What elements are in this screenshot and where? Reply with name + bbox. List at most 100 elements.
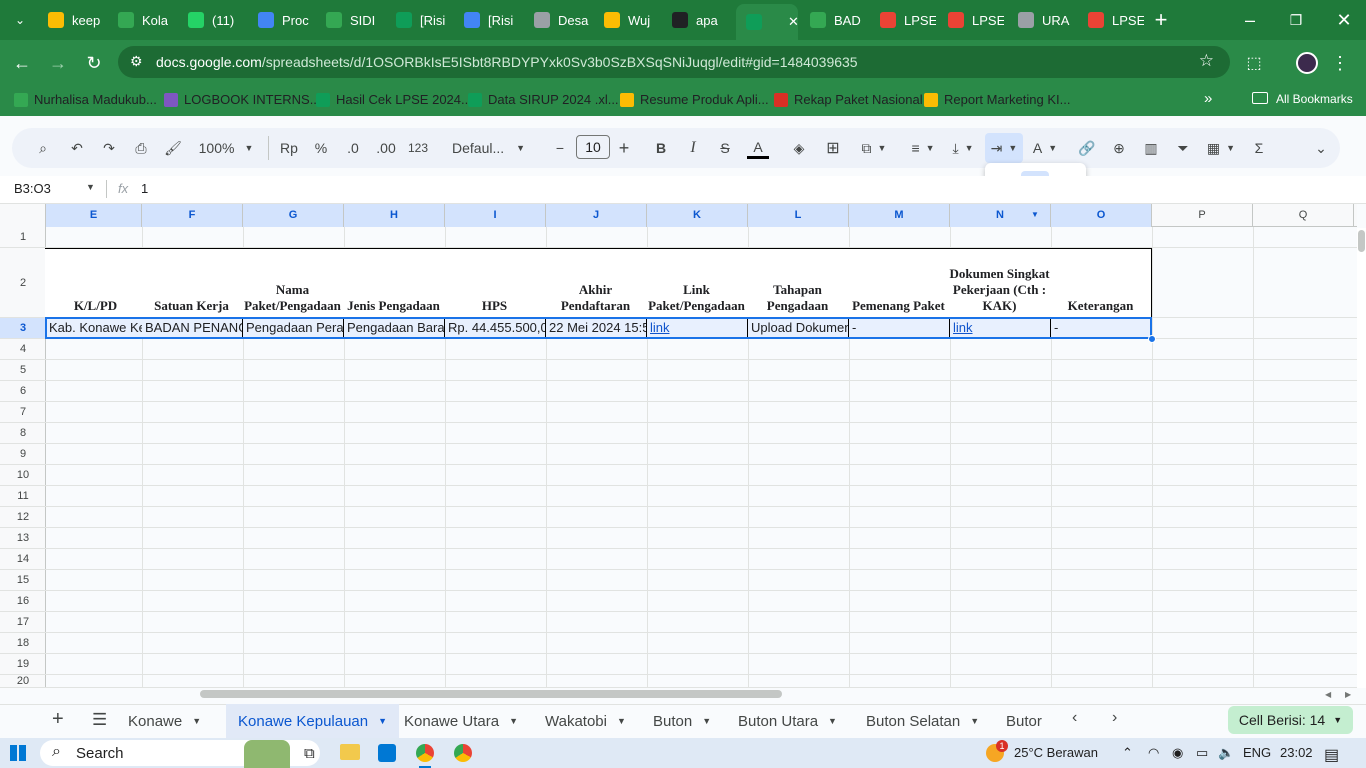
insert-chart-icon[interactable]: ▥: [1140, 137, 1162, 159]
row-header[interactable]: 11: [0, 486, 46, 507]
row-header[interactable]: 9: [0, 444, 46, 465]
redo-icon[interactable]: ↷: [98, 137, 120, 159]
sheet-tab-chevron-icon[interactable]: ▼: [378, 716, 387, 726]
sheet-tab-chevron-icon[interactable]: ▼: [509, 716, 518, 726]
bold-icon[interactable]: B: [650, 137, 672, 159]
vscode-icon[interactable]: [378, 744, 396, 762]
forward-arrow-icon[interactable]: →: [44, 49, 72, 77]
browser-tab[interactable]: Wuj: [604, 6, 660, 34]
minimize-icon[interactable]: –: [1236, 6, 1264, 34]
table-cell[interactable]: Rp. 44.455.500,00: [445, 318, 546, 339]
browser-tab[interactable]: URA: [1018, 6, 1074, 34]
font-size-input[interactable]: 10: [576, 135, 610, 159]
bookmark-item[interactable]: Resume Produk Apli...: [620, 92, 769, 107]
horizontal-scrollbar[interactable]: [200, 690, 782, 698]
row-header[interactable]: 17: [0, 612, 46, 633]
table-header-cell[interactable]: Jenis Pengadaan: [343, 248, 445, 318]
formula-input[interactable]: 1: [141, 181, 148, 196]
select-all-corner[interactable]: [0, 204, 46, 227]
weather-text[interactable]: 25°C Berawan: [1014, 745, 1098, 760]
notifications-icon[interactable]: ▤: [1324, 745, 1339, 765]
browser-tab[interactable]: [Risi: [464, 6, 520, 34]
more-bookmarks-chevron[interactable]: »: [1204, 90, 1212, 107]
row-header[interactable]: 1: [0, 227, 46, 248]
browser-tab[interactable]: SIDI: [326, 6, 382, 34]
column-header[interactable]: M: [849, 204, 950, 227]
table-cell[interactable]: link: [647, 318, 748, 339]
table-cell[interactable]: BADAN PENANGGULANGAN: [142, 318, 243, 339]
chrome-icon[interactable]: [416, 744, 434, 762]
table-cell[interactable]: Pengadaan Peralatan: [243, 318, 344, 339]
column-header[interactable]: H: [344, 204, 445, 227]
sheet-tab[interactable]: Buton Selatan ▼: [866, 708, 979, 734]
table-header-cell[interactable]: Tahapan Pengadaan: [747, 248, 849, 318]
borders-icon[interactable]: ⊞: [822, 137, 844, 159]
browser-tab[interactable]: BAD: [810, 6, 866, 34]
text-wrapping-icon[interactable]: ⇥ ▼: [985, 133, 1023, 163]
row-header[interactable]: 12: [0, 507, 46, 528]
back-arrow-icon[interactable]: ←: [8, 49, 36, 77]
insert-link-icon[interactable]: 🔗: [1076, 137, 1098, 159]
row-header[interactable]: 10: [0, 465, 46, 486]
browser-tab[interactable]: LPSE: [1088, 6, 1144, 34]
table-header-cell[interactable]: Dokumen Singkat Pekerjaan (Cth : KAK): [949, 248, 1051, 318]
sheets-scroll-right-icon[interactable]: ›: [1112, 709, 1117, 727]
merge-cells-icon[interactable]: ⧉ ▼: [856, 137, 892, 159]
percent-format-button[interactable]: %: [310, 137, 332, 159]
site-info-icon[interactable]: ⚙: [130, 53, 143, 70]
column-header[interactable]: G: [243, 204, 344, 227]
row-header[interactable]: 16: [0, 591, 46, 612]
bookmark-item[interactable]: LOGBOOK INTERNS...: [164, 92, 321, 107]
row-header[interactable]: 20: [0, 675, 46, 688]
column-header[interactable]: K: [647, 204, 748, 227]
table-header-cell[interactable]: Satuan Kerja: [141, 248, 243, 318]
table-header-cell[interactable]: Pemenang Paket: [848, 248, 950, 318]
new-tab-plus-icon[interactable]: +: [1147, 6, 1175, 34]
row-header[interactable]: 6: [0, 381, 46, 402]
zoom-select[interactable]: 100% ▼: [196, 137, 256, 159]
name-box[interactable]: B3:O3: [14, 181, 51, 196]
table-cell[interactable]: link: [950, 318, 1051, 339]
text-rotation-icon[interactable]: A ▼: [1028, 137, 1062, 159]
column-header[interactable]: L: [748, 204, 849, 227]
bookmark-item[interactable]: Nurhalisa Madukub...: [14, 92, 157, 107]
table-cell[interactable]: Pengadaan Barang: [344, 318, 445, 339]
close-window-icon[interactable]: ✕: [1330, 6, 1358, 34]
all-sheets-list-icon[interactable]: ☰: [92, 710, 107, 730]
camera-icon[interactable]: ◉: [1172, 745, 1183, 761]
font-size-decrease-icon[interactable]: −: [550, 137, 570, 159]
sheet-tab[interactable]: Konawe Kepulauan ▼: [226, 704, 400, 738]
browser-tab[interactable]: LPSE: [880, 6, 936, 34]
browser-tab[interactable]: Desa: [534, 6, 590, 34]
windows-start-icon[interactable]: [10, 745, 26, 761]
browser-tab[interactable]: Kola: [118, 6, 174, 34]
task-view-icon[interactable]: ⧉: [304, 745, 315, 762]
filter-icon[interactable]: ⏷: [1172, 137, 1194, 159]
row-header[interactable]: 8: [0, 423, 46, 444]
sheet-tab-chevron-icon[interactable]: ▼: [970, 716, 979, 726]
clock[interactable]: 23:02: [1280, 745, 1313, 760]
name-box-chevron-icon[interactable]: ▼: [86, 182, 95, 192]
functions-sigma-icon[interactable]: Σ: [1248, 137, 1270, 159]
bookmark-item[interactable]: Report Marketing KI...: [924, 92, 1070, 107]
bookmark-star-icon[interactable]: ☆: [1199, 51, 1214, 71]
row-header[interactable]: 3: [0, 318, 46, 339]
sheets-scroll-left-icon[interactable]: ‹: [1072, 709, 1077, 727]
table-cell[interactable]: Kab. Konawe Kepulauan: [46, 318, 147, 339]
battery-icon[interactable]: ▭: [1196, 745, 1208, 761]
all-bookmarks-link[interactable]: All Bookmarks: [1276, 92, 1353, 106]
row-header[interactable]: 19: [0, 654, 46, 675]
paint-format-icon[interactable]: 🖌: [162, 137, 184, 159]
collapse-menus-chevron-icon[interactable]: ⌄: [1310, 137, 1332, 159]
print-icon[interactable]: ⎙: [130, 137, 152, 159]
browser-tab[interactable]: [Risi: [396, 6, 452, 34]
table-cell[interactable]: -: [1051, 318, 1152, 339]
insert-comment-icon[interactable]: ⊕: [1108, 137, 1130, 159]
row-header[interactable]: 13: [0, 528, 46, 549]
reload-icon[interactable]: ↻: [80, 49, 108, 77]
strikethrough-icon[interactable]: S: [714, 137, 736, 159]
table-cell[interactable]: -: [849, 318, 950, 339]
currency-format-button[interactable]: Rp: [278, 137, 300, 159]
tab-search-chevron-icon[interactable]: ⌄: [6, 6, 34, 34]
row-header[interactable]: 14: [0, 549, 46, 570]
